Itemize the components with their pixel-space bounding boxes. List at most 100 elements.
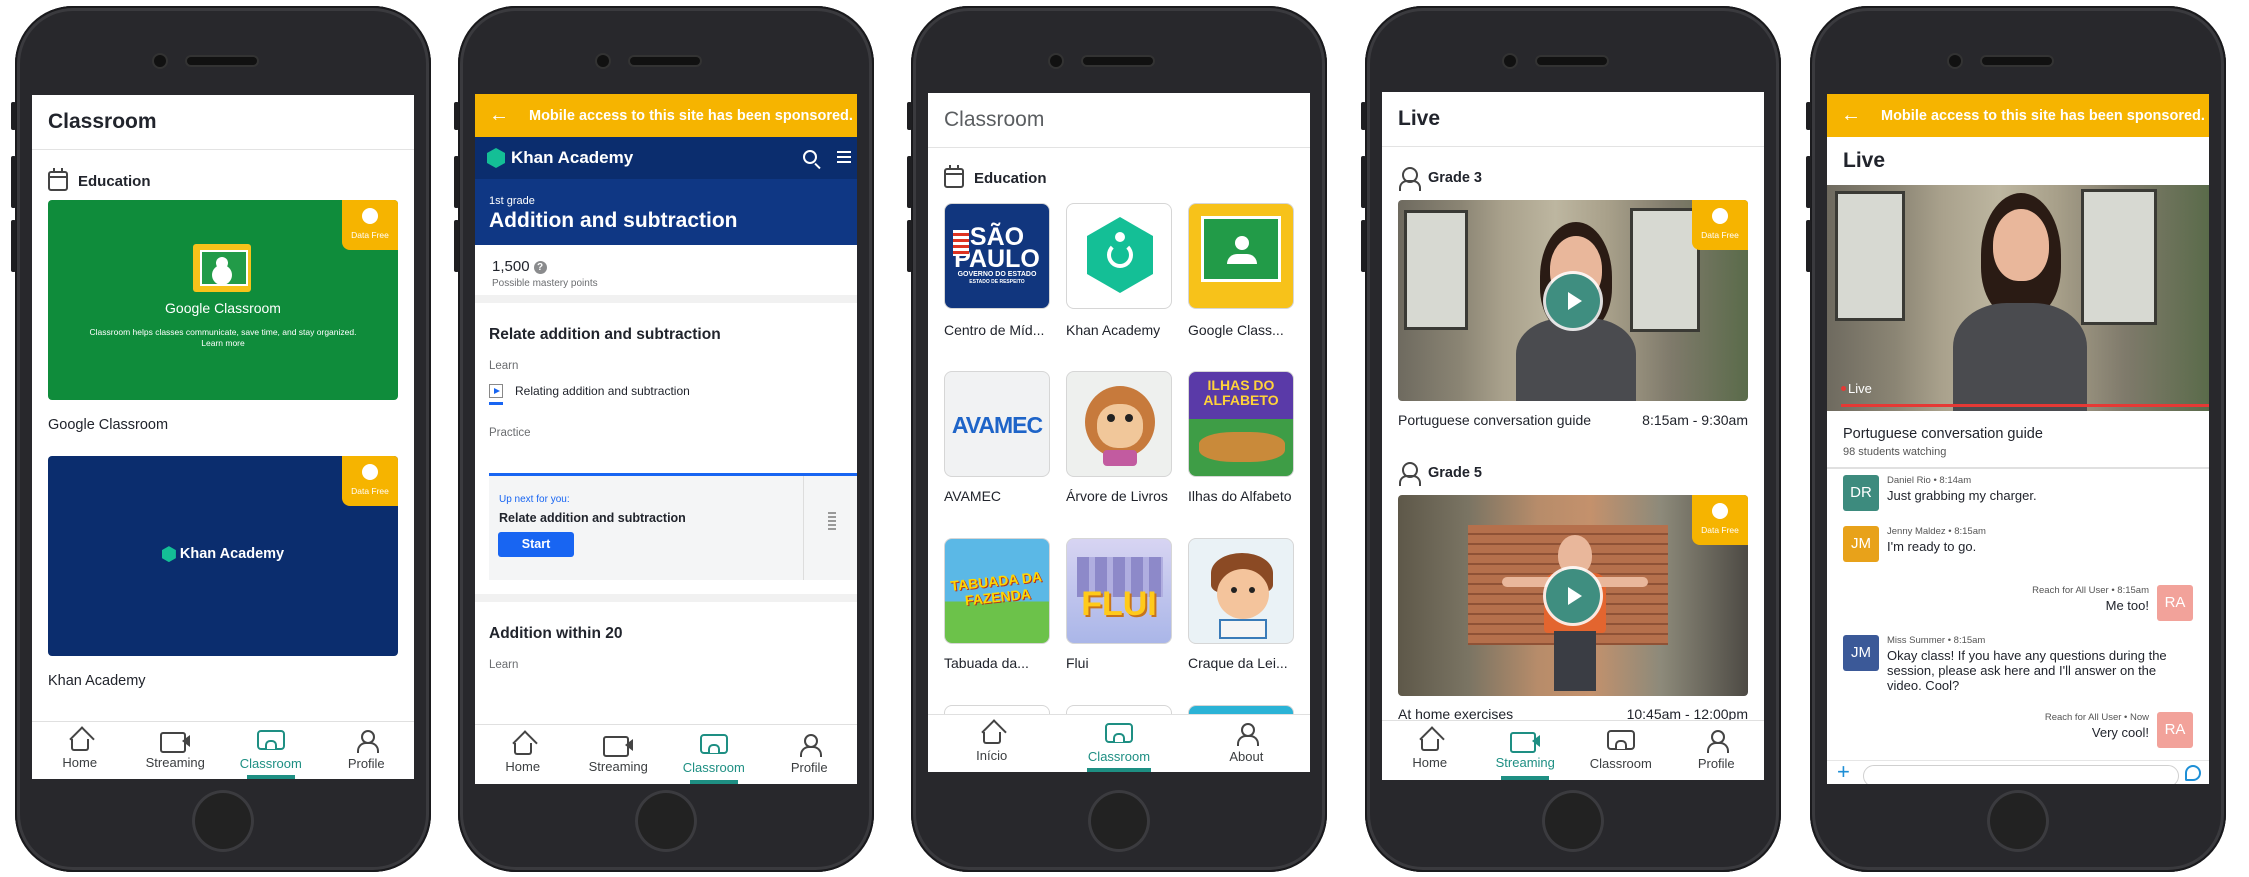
calendar-icon <box>944 165 964 188</box>
app-tile-google-classroom[interactable] <box>1188 203 1294 309</box>
speaker <box>630 57 700 65</box>
home-hardware-button[interactable] <box>635 790 697 852</box>
data-free-badge: Data Free <box>1692 495 1748 545</box>
app-caption: Árvore de Livros <box>1066 488 1168 504</box>
video-thumbnail[interactable]: Data Free <box>1398 200 1748 401</box>
add-attachment-button[interactable]: + <box>1837 759 1850 784</box>
sticker-icon[interactable] <box>2185 765 2201 781</box>
sponsored-banner: ← Mobile access to this site has been sp… <box>1827 94 2209 137</box>
front-camera <box>1050 55 1062 67</box>
chat-input[interactable] <box>1863 765 2179 784</box>
app-tile-flui[interactable]: FLUI <box>1066 538 1172 644</box>
speaker <box>1083 57 1153 65</box>
chat-message: JM Jenny Maldez • 8:15am I'm ready to go… <box>1843 526 2193 566</box>
island-illustration <box>1199 432 1285 462</box>
calendar-icon <box>48 168 68 191</box>
back-arrow-icon[interactable]: ← <box>489 104 509 127</box>
nav-streaming[interactable]: Streaming <box>1478 721 1574 780</box>
help-icon[interactable]: ? <box>533 261 547 274</box>
google-classroom-person-icon <box>1235 236 1249 250</box>
nav-about[interactable]: About <box>1183 715 1310 772</box>
page-title: Live <box>1843 149 1886 172</box>
nav-home[interactable]: Home <box>475 725 571 784</box>
nav-classroom[interactable]: Classroom <box>1055 715 1182 772</box>
nav-home[interactable]: Home <box>32 722 128 779</box>
app-tile-khan-academy[interactable] <box>1066 203 1172 309</box>
live-video-screen: ← Mobile access to this site has been sp… <box>1827 94 2209 784</box>
play-icon[interactable] <box>1546 569 1600 623</box>
nav-inicio[interactable]: Início <box>928 715 1055 772</box>
nav-profile[interactable]: Profile <box>762 725 858 784</box>
back-arrow-icon[interactable]: ← <box>1841 104 1861 127</box>
message-text: Okay class! If you have any questions du… <box>1887 648 2167 693</box>
nav-profile[interactable]: Profile <box>319 722 415 779</box>
search-icon[interactable] <box>803 150 817 164</box>
teacher-face <box>1993 209 2049 281</box>
app-caption: Google Class... <box>1188 322 1284 338</box>
app-tile-craque[interactable] <box>1188 538 1294 644</box>
live-progress-bar[interactable] <box>1841 404 2209 407</box>
app-tile-tabuada[interactable]: TABUADA DA FAZENDA <box>944 538 1050 644</box>
menu-icon[interactable] <box>837 151 851 153</box>
nav-classroom[interactable]: Classroom <box>223 722 319 779</box>
play-icon[interactable] <box>1546 274 1600 328</box>
user-icon <box>356 730 380 753</box>
khan-logo-text[interactable]: Khan Academy <box>511 148 633 168</box>
video-thumbnail[interactable]: Data Free <box>1398 495 1748 696</box>
home-icon <box>70 739 89 751</box>
khan-header: Khan Academy <box>475 137 857 179</box>
message-meta: Miss Summer • 8:15am <box>1887 635 1986 646</box>
page-title: Live <box>1398 107 1441 130</box>
card-caption[interactable]: Khan Academy <box>48 673 146 689</box>
monkey-eyes <box>1107 414 1115 422</box>
live-list-screen: Live Grade 3 Data Free Portuguese conver… <box>1382 92 1764 780</box>
app-bar: Classroom <box>32 95 414 150</box>
front-camera <box>597 55 609 67</box>
grade-header: Grade 3 <box>1398 167 1482 191</box>
lesson-item[interactable]: Relating addition and subtraction <box>475 384 857 398</box>
book-icon <box>1103 450 1137 466</box>
section-divider <box>475 594 857 602</box>
unit-title[interactable]: Addition within 20 <box>475 625 622 643</box>
app-tile-ilhas-do-alfabeto[interactable]: ILHAS DO ALFABETO <box>1188 371 1294 477</box>
khan-academy-card[interactable]: Khan Academy Data Free <box>48 456 398 656</box>
message-text: Just grabbing my charger. <box>1887 488 2037 503</box>
tabuada-logo: TABUADA DA FAZENDA <box>949 568 1043 609</box>
nav-profile[interactable]: Profile <box>1669 721 1765 780</box>
live-video-player[interactable]: Live <box>1827 185 2209 411</box>
app-tile-sao-paulo[interactable]: SÃO PAULO GOVERNO DO ESTADO ESTADO DE RE… <box>944 203 1050 309</box>
teacher-body <box>1953 303 2087 411</box>
nav-streaming[interactable]: Streaming <box>128 722 224 779</box>
nav-streaming[interactable]: Streaming <box>571 725 667 784</box>
avatar: RA <box>2157 712 2193 748</box>
message-meta: Daniel Rio • 8:14am <box>1887 475 1972 486</box>
side-button <box>1806 102 1811 130</box>
side-button <box>454 220 459 272</box>
data-free-badge: Data Free <box>342 456 398 506</box>
chat-composer: + <box>1827 759 2209 784</box>
home-hardware-button[interactable] <box>1542 790 1604 852</box>
nav-classroom[interactable]: Classroom <box>1573 721 1669 780</box>
up-next-title: Relate addition and subtraction <box>499 511 686 525</box>
classroom-icon <box>1104 723 1133 745</box>
side-button <box>1361 102 1366 130</box>
watching-count: 98 students watching <box>1843 446 1947 458</box>
kid-book-icon <box>1219 619 1267 639</box>
app-caption: Ilhas do Alfabeto <box>1188 488 1292 504</box>
phone-frame-3: Classroom Education SÃO PAULO GOVERNO DO… <box>907 6 1327 872</box>
speaker <box>187 57 257 65</box>
video-title[interactable]: Portuguese conversation guide <box>1398 412 1591 428</box>
home-hardware-button[interactable] <box>1987 790 2049 852</box>
start-button[interactable]: Start <box>498 532 574 557</box>
bottom-nav: Home Streaming Classroom Profile <box>1382 720 1764 780</box>
nav-home[interactable]: Home <box>1382 721 1478 780</box>
home-hardware-button[interactable] <box>192 790 254 852</box>
app-tile-arvore-de-livros[interactable] <box>1066 371 1172 477</box>
home-hardware-button[interactable] <box>1088 790 1150 852</box>
card-caption[interactable]: Google Classroom <box>48 417 168 433</box>
home-icon <box>513 743 532 755</box>
google-classroom-card[interactable]: Google Classroom Classroom helps classes… <box>48 200 398 400</box>
unit-title[interactable]: Relate addition and subtraction <box>475 326 857 344</box>
app-tile-avamec[interactable]: AVAMEC <box>944 371 1050 477</box>
nav-classroom[interactable]: Classroom <box>666 725 762 784</box>
